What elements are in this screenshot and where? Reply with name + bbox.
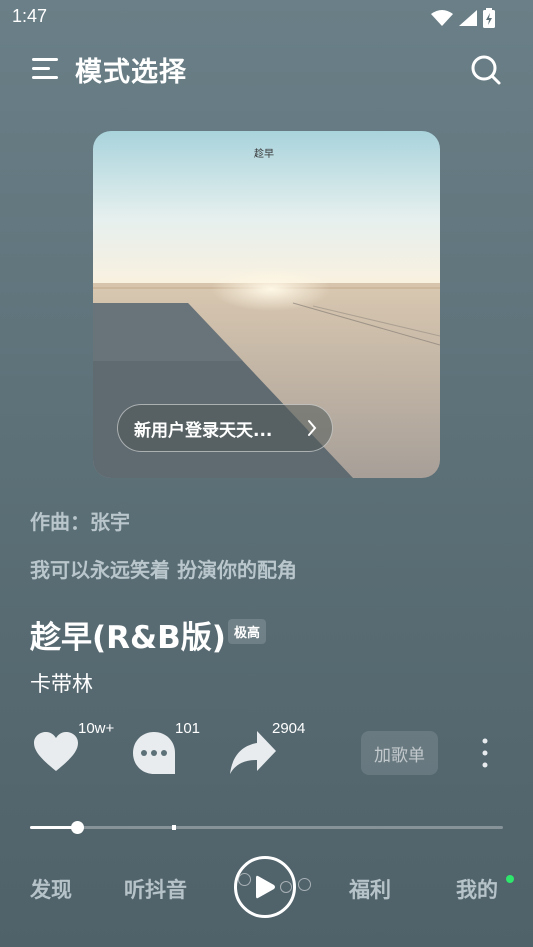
- heart-icon: [34, 732, 78, 771]
- lyric-line[interactable]: 我可以永远笑着 扮演你的配角: [30, 554, 297, 583]
- more-vertical-icon: [482, 738, 488, 768]
- wifi-icon: [431, 10, 453, 26]
- promo-banner[interactable]: 新用户登录天天...: [117, 404, 333, 452]
- play-button[interactable]: [234, 856, 296, 918]
- comment-icon: [133, 732, 175, 774]
- share-icon: [230, 731, 276, 774]
- progress-fill: [30, 826, 78, 829]
- comment-count: 101: [175, 720, 201, 737]
- promo-text: 新用户登录天天...: [134, 420, 273, 441]
- nav-mine[interactable]: 我的: [456, 874, 498, 904]
- nav-listen-douyin[interactable]: 听抖音: [124, 874, 187, 904]
- play-icon: [256, 875, 275, 899]
- bubble-decoration: [298, 878, 311, 891]
- comment-button[interactable]: [132, 731, 176, 779]
- nav-discover[interactable]: 发现: [30, 874, 72, 904]
- status-icons: [431, 8, 495, 28]
- search-icon: [471, 55, 501, 85]
- like-count: 10w+: [78, 720, 115, 737]
- more-button[interactable]: [476, 736, 494, 772]
- song-title: 趁早(R&B版): [30, 620, 226, 656]
- add-to-playlist-button[interactable]: 加歌单: [361, 731, 438, 775]
- composer-credit: 作曲：张宇: [30, 510, 130, 534]
- progress-thumb[interactable]: [71, 821, 85, 834]
- progress-marker: [171, 825, 176, 830]
- progress-slider[interactable]: [30, 821, 503, 834]
- chevron-right-icon: [308, 420, 317, 436]
- battery-icon: [483, 8, 495, 28]
- menu-button[interactable]: [32, 56, 60, 82]
- quality-badge[interactable]: 极高: [228, 619, 267, 644]
- like-button[interactable]: [33, 731, 79, 777]
- search-button[interactable]: [468, 52, 504, 88]
- cover-tag: 趁早: [254, 149, 274, 160]
- share-button[interactable]: [229, 731, 277, 779]
- signal-icon: [459, 10, 477, 26]
- nav-welfare[interactable]: 福利: [349, 874, 391, 904]
- artist-name[interactable]: 卡带林: [30, 668, 93, 698]
- album-cover[interactable]: 趁早 新用户登录天天...: [93, 131, 440, 478]
- page-title: 模式选择: [75, 57, 187, 88]
- menu-icon: [32, 58, 58, 79]
- status-time: 1:47: [12, 6, 48, 26]
- notification-dot: [506, 875, 514, 883]
- share-count: 2904: [272, 720, 306, 737]
